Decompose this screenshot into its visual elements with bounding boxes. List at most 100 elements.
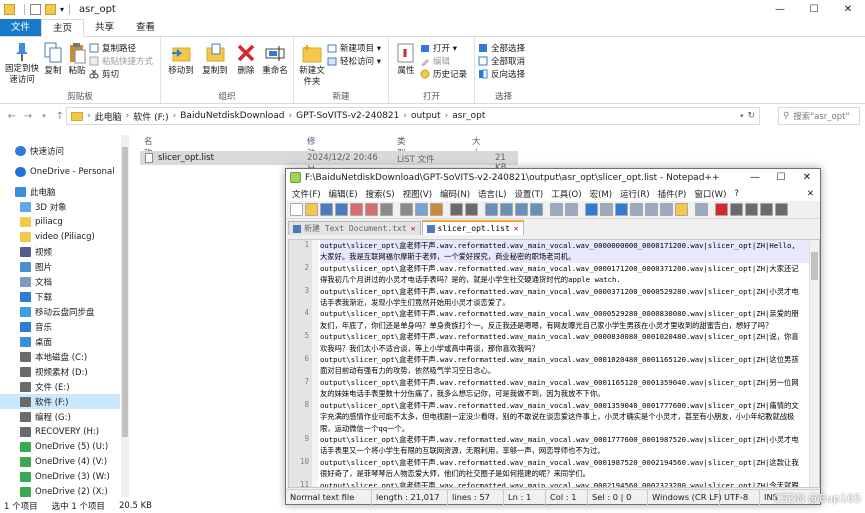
folder-workspace-icon[interactable] bbox=[675, 203, 688, 216]
invert-selection-button[interactable]: 反向选择 bbox=[478, 67, 529, 80]
cut-button[interactable]: 剪切 bbox=[89, 67, 157, 80]
select-all-button[interactable]: 全部选择 bbox=[478, 41, 529, 54]
properties-icon[interactable] bbox=[30, 4, 41, 15]
npp-minimize-button[interactable]: — bbox=[742, 169, 768, 186]
menu-plugins[interactable]: 插件(P) bbox=[654, 188, 691, 200]
sidebar-item[interactable]: 快速访问 bbox=[0, 143, 64, 158]
find-icon[interactable] bbox=[485, 203, 498, 216]
play-multiple-icon[interactable] bbox=[760, 203, 773, 216]
sidebar-item[interactable]: 视频素材 (D:) bbox=[0, 364, 88, 379]
sidebar-item[interactable]: 音乐 bbox=[0, 319, 52, 334]
sidebar-item[interactable]: OneDrive (3) (W:) bbox=[0, 469, 110, 484]
record-macro-icon[interactable] bbox=[715, 203, 728, 216]
stop-macro-icon[interactable] bbox=[730, 203, 743, 216]
sync-v-icon[interactable] bbox=[550, 203, 563, 216]
sidebar-item[interactable]: OneDrive - Personal bbox=[0, 164, 115, 179]
sidebar-item[interactable]: 软件 (F:) bbox=[0, 394, 120, 409]
paste-button[interactable]: 粘贴 bbox=[65, 39, 89, 91]
sidebar-item[interactable]: 文档 bbox=[0, 274, 52, 289]
status-encoding[interactable]: UTF-8 bbox=[720, 489, 760, 505]
breadcrumb-drive-f[interactable]: 软件 (F:) bbox=[133, 110, 168, 123]
replace-icon[interactable] bbox=[500, 203, 513, 216]
sidebar-item[interactable]: 3D 对象 bbox=[0, 199, 67, 214]
close-file-icon[interactable] bbox=[350, 203, 363, 216]
sidebar-item[interactable]: 移动云盘同步盘 bbox=[0, 304, 95, 319]
delete-button[interactable]: 删除 bbox=[232, 39, 260, 91]
undo-icon[interactable] bbox=[450, 203, 463, 216]
close-button[interactable]: ✕ bbox=[831, 0, 865, 19]
copy-icon[interactable] bbox=[415, 203, 428, 216]
sidebar-item[interactable]: 图片 bbox=[0, 259, 52, 274]
npp-close-button[interactable]: ✕ bbox=[794, 169, 820, 186]
new-item-button[interactable]: 新建项目 ▾ bbox=[327, 41, 385, 54]
menu-edit[interactable]: 编辑(E) bbox=[325, 188, 362, 200]
menu-view[interactable]: 视图(V) bbox=[399, 188, 436, 200]
sidebar-item[interactable]: OneDrive (4) (V:) bbox=[0, 454, 107, 469]
chevron-down-icon[interactable]: ▾ bbox=[60, 5, 64, 14]
status-eol[interactable]: Windows (CR LF) bbox=[648, 489, 722, 505]
copy-path-button[interactable]: 复制路径 bbox=[89, 41, 157, 54]
address-dropdown-icon[interactable]: ▾ bbox=[740, 112, 744, 120]
maximize-button[interactable]: ☐ bbox=[797, 0, 831, 19]
word-wrap-icon[interactable] bbox=[585, 203, 598, 216]
menu-run[interactable]: 运行(R) bbox=[616, 188, 654, 200]
tab-share[interactable]: 共享 bbox=[84, 19, 125, 36]
tab-slicer-opt-list[interactable]: slicer_opt.list ✕ bbox=[421, 220, 524, 235]
address-bar[interactable]: › 此电脑 › 软件 (F:) › BaiduNetdiskDownload ›… bbox=[66, 107, 760, 125]
sidebar-item[interactable]: 编程 (G:) bbox=[0, 409, 71, 424]
function-list-icon[interactable] bbox=[660, 203, 673, 216]
paste-icon[interactable] bbox=[430, 203, 443, 216]
open-button[interactable]: 打开 ▾ bbox=[420, 41, 471, 54]
menu-settings[interactable]: 设置(T) bbox=[510, 188, 547, 200]
doc-map-icon[interactable] bbox=[645, 203, 658, 216]
paste-shortcut-button[interactable]: 粘贴快捷方式 bbox=[89, 54, 157, 67]
tab-view[interactable]: 查看 bbox=[125, 19, 166, 36]
sidebar-item[interactable]: OneDrive (5) (U:) bbox=[0, 439, 108, 454]
table-row[interactable]: slicer_opt.list 2024/12/2 20:46 LIST 文件 … bbox=[140, 151, 518, 173]
edit-button[interactable]: 编辑 bbox=[420, 54, 471, 67]
new-folder-button[interactable]: 新建文件夹 bbox=[297, 39, 327, 91]
monitor-icon[interactable] bbox=[695, 203, 708, 216]
sidebar-item[interactable]: 本地磁盘 (C:) bbox=[0, 349, 87, 364]
play-macro-icon[interactable] bbox=[745, 203, 758, 216]
show-all-icon[interactable] bbox=[600, 203, 613, 216]
forward-arrow-icon[interactable]: → bbox=[20, 111, 36, 122]
new-folder-icon[interactable] bbox=[45, 4, 56, 15]
close-document-icon[interactable]: ✕ bbox=[807, 189, 820, 199]
breadcrumb-gpt-sovits[interactable]: GPT-SoVITS-v2-240821 bbox=[296, 111, 399, 121]
tab-close-icon[interactable]: ✕ bbox=[514, 224, 519, 233]
sync-h-icon[interactable] bbox=[565, 203, 578, 216]
breadcrumb-this-pc[interactable]: 此电脑 bbox=[95, 110, 122, 123]
editor-scrollbar[interactable] bbox=[809, 240, 819, 487]
scrollbar-thumb[interactable] bbox=[811, 252, 818, 280]
copy-button[interactable]: 复制 bbox=[41, 39, 65, 91]
open-file-icon[interactable] bbox=[305, 203, 318, 216]
redo-icon[interactable] bbox=[465, 203, 478, 216]
easy-access-button[interactable]: 轻松访问 ▾ bbox=[327, 54, 385, 67]
npp-maximize-button[interactable]: ☐ bbox=[768, 169, 794, 186]
tab-new-text-document[interactable]: 新建 Text Document.txt ✕ bbox=[288, 221, 421, 235]
breadcrumb-asr-opt[interactable]: asr_opt bbox=[452, 111, 485, 121]
recent-chevron-icon[interactable]: ▾ bbox=[36, 112, 52, 120]
cut-icon[interactable] bbox=[400, 203, 413, 216]
new-file-icon[interactable] bbox=[290, 203, 303, 216]
copy-to-button[interactable]: 复制到 bbox=[198, 39, 232, 91]
back-arrow-icon[interactable]: ← bbox=[4, 111, 20, 122]
menu-tools[interactable]: 工具(O) bbox=[547, 188, 585, 200]
select-none-button[interactable]: 全部取消 bbox=[478, 54, 529, 67]
refresh-icon[interactable]: ↻ bbox=[747, 111, 755, 121]
sidebar-item[interactable]: 文件 (E:) bbox=[0, 379, 70, 394]
menu-language[interactable]: 语言(L) bbox=[474, 188, 510, 200]
history-button[interactable]: 历史记录 bbox=[420, 67, 471, 80]
tab-file[interactable]: 文件 bbox=[0, 19, 42, 36]
sidebar-item[interactable]: piliacg bbox=[0, 214, 63, 229]
minimize-button[interactable]: — bbox=[763, 0, 797, 19]
breadcrumb-output[interactable]: output bbox=[411, 111, 441, 121]
sidebar-item[interactable]: video (Piliacg) bbox=[0, 229, 95, 244]
menu-help[interactable]: ? bbox=[730, 189, 743, 199]
sidebar-item[interactable]: RECOVERY (H:) bbox=[0, 424, 99, 439]
print-icon[interactable] bbox=[380, 203, 393, 216]
zoom-in-icon[interactable] bbox=[515, 203, 528, 216]
search-box[interactable]: ⚲ 搜索"asr_opt" bbox=[778, 107, 860, 125]
menu-macro[interactable]: 宏(M) bbox=[586, 188, 616, 200]
